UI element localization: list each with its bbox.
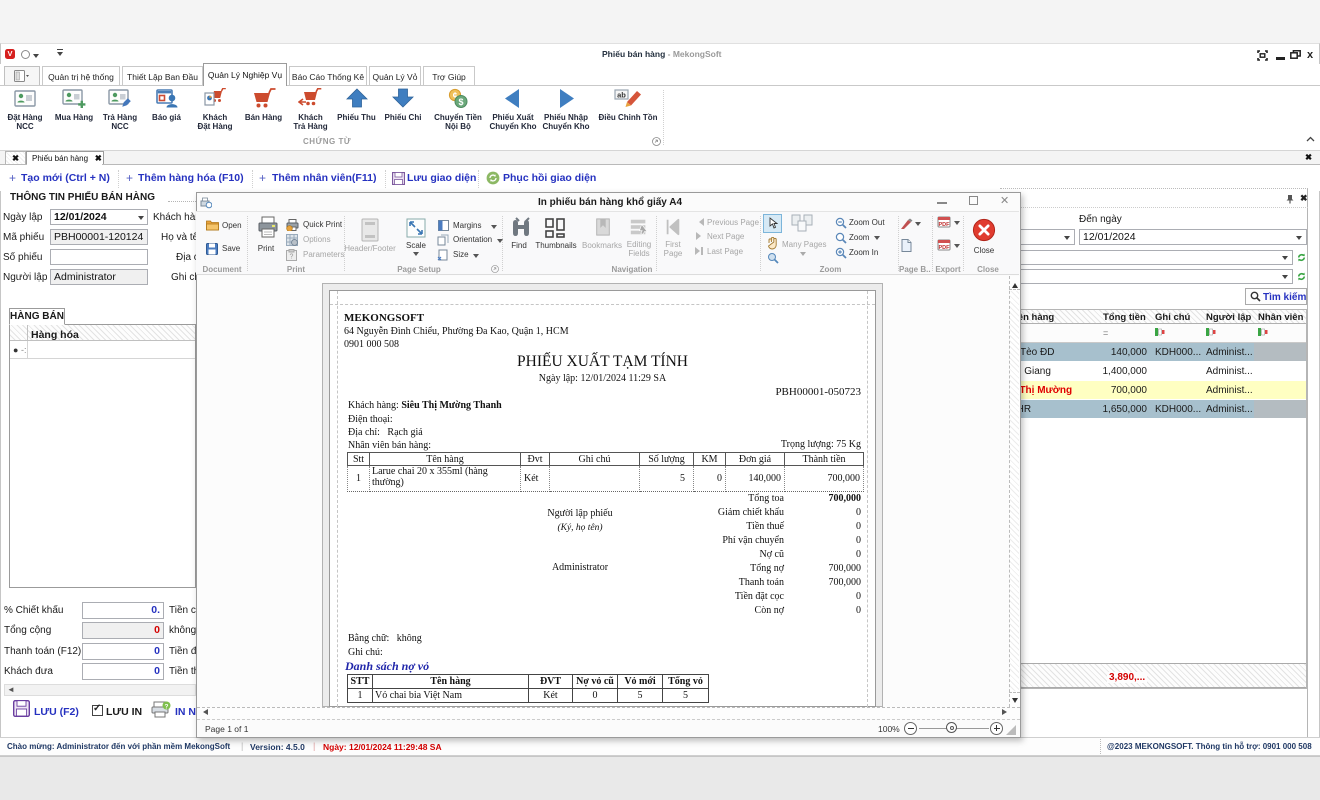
svg-text:ab: ab bbox=[617, 91, 626, 100]
svg-text:PDF: PDF bbox=[939, 245, 951, 251]
svg-text:$: $ bbox=[458, 97, 463, 107]
svg-text:?: ? bbox=[290, 254, 294, 261]
svg-text:?: ? bbox=[165, 703, 169, 710]
svg-text:PDF: PDF bbox=[939, 222, 951, 228]
